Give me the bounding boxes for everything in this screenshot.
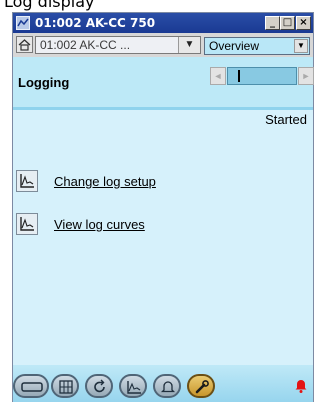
change-log-setup-label[interactable]: Change log setup xyxy=(54,174,156,189)
chart-icon[interactable] xyxy=(16,170,38,192)
pager-prev-button[interactable]: ◄ xyxy=(210,67,226,85)
home-icon xyxy=(18,39,31,51)
page-header: Logging ◄ ► xyxy=(13,57,314,107)
page-caption: Log display xyxy=(4,0,95,11)
chart-icon xyxy=(127,381,141,394)
device-icon xyxy=(21,382,43,392)
grid-icon xyxy=(59,380,73,394)
view-select-value: Overview xyxy=(209,39,260,53)
pager-input[interactable] xyxy=(227,67,297,85)
pager-next-button[interactable]: ► xyxy=(298,67,314,85)
alarms-button[interactable] xyxy=(153,374,181,398)
device-select[interactable]: 01:002 AK-CC ... ▼ xyxy=(35,36,201,54)
content-area: Started Change log setup View log curves xyxy=(13,110,313,365)
page-title: Logging xyxy=(18,75,70,90)
app-window: 01:002 AK-CC 750 _ □ × 01:002 AK-CC ... … xyxy=(12,12,314,402)
device-select-value: 01:002 AK-CC ... xyxy=(40,38,131,52)
close-button[interactable]: × xyxy=(296,16,311,30)
grid-button[interactable] xyxy=(51,374,79,398)
refresh-icon xyxy=(94,379,105,393)
text-caret xyxy=(238,70,240,82)
bell-icon xyxy=(160,381,176,393)
alarm-bell-icon[interactable] xyxy=(291,375,311,395)
title-bar: 01:002 AK-CC 750 _ □ × xyxy=(13,13,313,33)
maximize-button[interactable]: □ xyxy=(280,16,295,30)
logging-button[interactable] xyxy=(119,374,147,398)
window-title: 01:002 AK-CC 750 xyxy=(35,16,156,30)
view-select[interactable]: Overview ▼ xyxy=(204,37,310,55)
service-button[interactable] xyxy=(187,374,215,398)
minimize-button[interactable]: _ xyxy=(265,16,280,30)
device-button[interactable] xyxy=(13,374,49,398)
chart-icon[interactable] xyxy=(16,213,38,235)
wrench-icon xyxy=(195,380,209,394)
bottom-toolbar xyxy=(13,365,313,402)
app-icon xyxy=(16,16,30,30)
chevron-down-icon[interactable]: ▼ xyxy=(294,39,308,53)
refresh-button[interactable] xyxy=(85,374,113,398)
home-button[interactable] xyxy=(16,36,33,53)
status-text: Started xyxy=(265,112,307,127)
chevron-down-icon[interactable]: ▼ xyxy=(178,37,200,53)
navigation-row: 01:002 AK-CC ... ▼ Overview ▼ xyxy=(13,33,313,57)
view-log-curves-label[interactable]: View log curves xyxy=(54,217,145,232)
